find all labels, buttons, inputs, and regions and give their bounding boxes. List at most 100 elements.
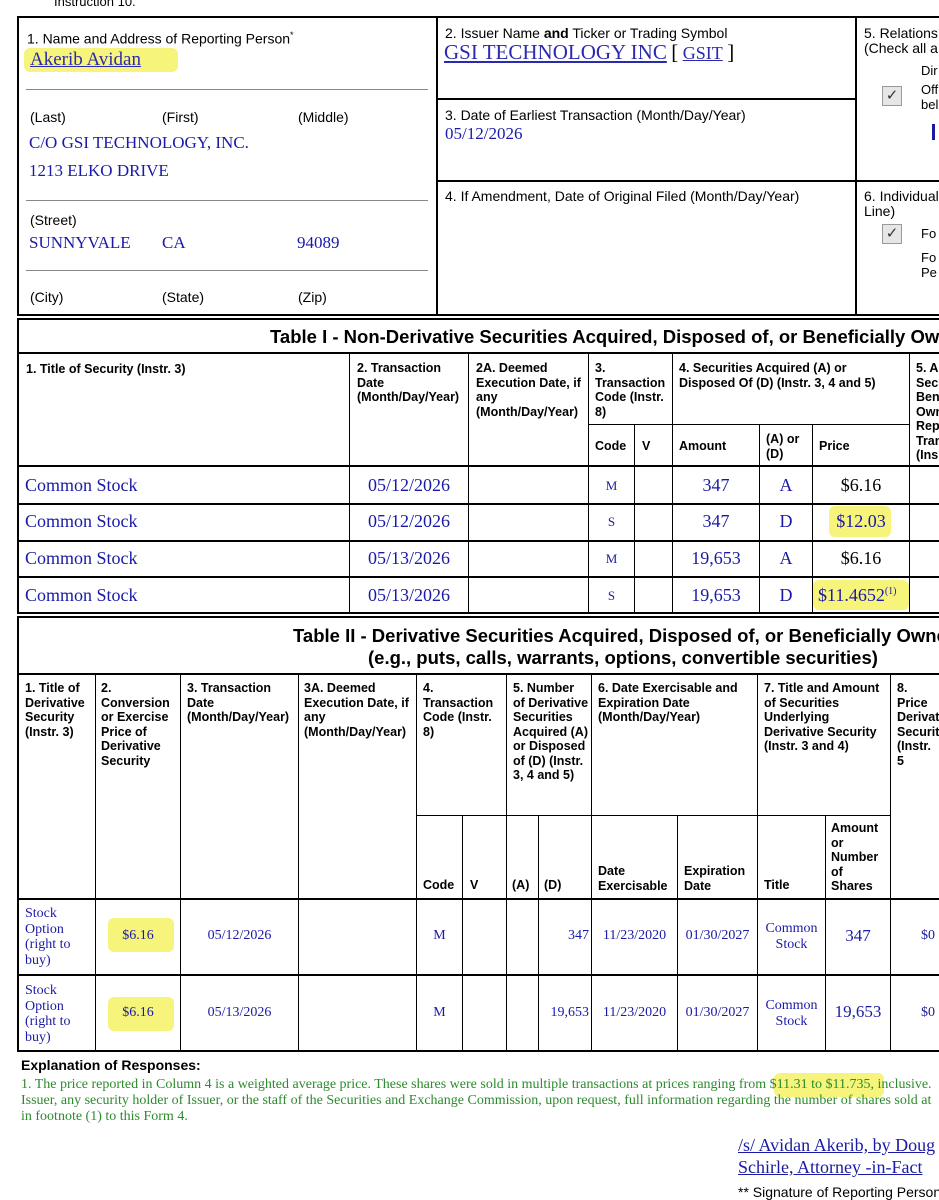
divider	[17, 673, 939, 675]
individual-filing-checkbox[interactable]: ✓	[882, 224, 902, 244]
row-date: 05/13/2026	[367, 548, 450, 568]
t2-expiration-header: Expiration Date	[684, 864, 746, 893]
t1-col1-header: 1. Title of Security (Instr. 3)	[26, 362, 186, 376]
issuer-line: GSI TECHNOLOGY INC [ GSIT ]	[444, 40, 734, 65]
individual-option-2: Fo	[921, 250, 937, 265]
director-option: Dir	[921, 63, 938, 78]
box6-label2: Line)	[864, 203, 896, 219]
col-divider	[416, 674, 417, 1052]
t1-col3-header: 3. Transaction Code (Instr. 8)	[595, 361, 666, 419]
zip-label: (Zip)	[298, 289, 327, 305]
row-amount: 347	[702, 511, 730, 531]
signature-line2: Schirle, Attorney -in-Fact	[738, 1157, 923, 1177]
row-expiration: 01/30/2027	[685, 928, 750, 943]
t1-col4-header: 4. Securities Acquired (A) or Disposed O…	[679, 361, 876, 390]
state-label: (State)	[162, 289, 205, 305]
divider	[17, 503, 939, 505]
row-date: 05/13/2026	[367, 585, 450, 605]
row-security-title: Common Stock	[25, 548, 138, 568]
t2-col4-header: 4. Transaction Code (Instr. 8)	[423, 681, 494, 739]
officer-title-fragment	[932, 124, 935, 140]
divider	[17, 465, 939, 467]
row-shares: 347	[845, 926, 871, 945]
last-label: (Last)	[30, 109, 66, 125]
col-divider	[298, 674, 299, 1052]
footnote-1-line2: Issuer, any security holder of Issuer, o…	[21, 1093, 932, 1108]
first-label: (First)	[162, 109, 199, 125]
row-derivative-title: Stock Option (right to buy)	[25, 906, 71, 968]
row-disposed: 19,653	[550, 1005, 590, 1020]
footnote-ref: (1)	[884, 586, 897, 597]
row-price: $6.16	[840, 548, 882, 568]
t2-col3a-header: 3A. Deemed Execution Date, if any (Month…	[304, 681, 409, 739]
row-ad: A	[779, 475, 793, 495]
footnote-1-line3: in footnote (1) to this Form 4.	[21, 1109, 188, 1124]
t2-date-exercisable-header: Date Exercisable	[598, 864, 668, 893]
t2-col6-header: 6. Date Exercisable and Expiration Date …	[598, 681, 738, 724]
row-derivative-price: $0	[921, 1005, 935, 1020]
row-ad: D	[779, 585, 793, 605]
t2-col7-header: 7. Title and Amount of Securities Underl…	[764, 681, 880, 753]
col-divider	[591, 674, 592, 1052]
table1-title: Table I - Non-Derivative Securities Acqu…	[270, 326, 939, 347]
explanation-heading: Explanation of Responses:	[21, 1057, 201, 1073]
col-divider	[95, 674, 96, 1052]
row-derivative-title: Stock Option (right to buy)	[25, 983, 71, 1045]
row-derivative-price: $0	[921, 928, 935, 943]
t2-col3-header: 3. Transaction Date (Month/Day/Year)	[187, 681, 290, 724]
row-code: M	[605, 478, 618, 493]
t2-amount-header: Amount or Number of Shares	[831, 821, 879, 893]
row-code: S	[607, 514, 616, 529]
individual-option-1: Fo	[921, 226, 937, 241]
t2-col1-header: 1. Title of Derivative Security (Instr. …	[25, 681, 85, 739]
row-underlying-title: Common Stock	[765, 998, 818, 1029]
row-amount: 347	[702, 475, 730, 495]
t2-col8-header: 8. Price Derivat Securit (Instr. 5	[897, 681, 939, 768]
box5-label1: 5. Relations	[864, 25, 938, 41]
table2-title: Table II - Derivative Securities Acquire…	[293, 625, 939, 646]
t1-price-header: Price	[819, 439, 850, 453]
issuer-name-link[interactable]: GSI TECHNOLOGY INC	[444, 40, 667, 64]
t1-col2-header: 2. Transaction Date (Month/Day/Year)	[357, 361, 460, 404]
divider	[26, 89, 428, 90]
bracket-open: [	[671, 40, 679, 64]
city-label: (City)	[30, 289, 64, 305]
officer-checkbox[interactable]: ✓	[882, 86, 902, 106]
col-divider	[890, 674, 891, 1052]
divider	[17, 352, 939, 354]
box6-label1: 6. Individual	[864, 188, 939, 204]
t1-col2a-header: 2A. Deemed Execution Date, if any (Month…	[476, 361, 581, 419]
t2-col2-header: 2. Conversion or Exercise Price of Deriv…	[101, 681, 170, 768]
divider	[26, 200, 428, 201]
row-exercisable: 11/23/2020	[602, 1005, 667, 1020]
t1-ad-header: (A) or (D)	[766, 432, 800, 461]
divider	[17, 898, 939, 900]
row-amount: 19,653	[691, 548, 741, 568]
divider	[17, 974, 939, 976]
row-ad: D	[779, 511, 793, 531]
row-code: S	[607, 588, 616, 603]
t2-code-header: Code	[423, 878, 455, 892]
row-shares: 19,653	[834, 1002, 882, 1021]
bracket-close: ]	[727, 40, 735, 64]
reporting-person-name-link[interactable]: Akerib Avidan	[30, 49, 141, 71]
subheader-divider	[416, 815, 890, 816]
table2-subtitle: (e.g., puts, calls, warrants, options, c…	[368, 647, 878, 668]
address-line2: 1213 ELKO DRIVE	[29, 161, 169, 180]
signature-line1: /s/ Avidan Akerib, by Doug	[738, 1135, 936, 1155]
middle-label: (Middle)	[298, 109, 349, 125]
t2-a-header: (A)	[512, 878, 530, 892]
row-amount: 19,653	[691, 585, 741, 605]
row-date: 05/12/2026	[367, 475, 450, 495]
city-value: SUNNYVALE	[29, 233, 131, 252]
col-divider	[468, 353, 469, 614]
box5-label2: (Check all a	[864, 40, 938, 56]
officer-option-cont: bel	[921, 97, 939, 112]
footnote-1-line1: 1. The price reported in Column 4 is a w…	[21, 1077, 932, 1092]
signature-caption: ** Signature of Reporting Person	[738, 1184, 939, 1200]
row-date: 05/12/2026	[367, 511, 450, 531]
ticker-link[interactable]: GSIT	[683, 43, 723, 63]
row-date: 05/13/2026	[207, 1005, 272, 1020]
t1-amount-header: Amount	[679, 439, 727, 453]
row-code: M	[433, 928, 446, 943]
